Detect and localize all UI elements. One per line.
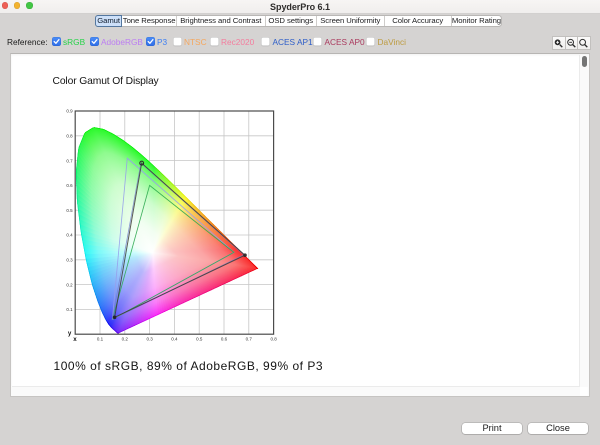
svg-text:0.4: 0.4 [171, 337, 178, 342]
svg-text:0.8: 0.8 [270, 337, 277, 342]
svg-text:0.9: 0.9 [66, 109, 73, 114]
svg-text:0.4: 0.4 [66, 233, 73, 238]
svg-text:0.3: 0.3 [146, 337, 153, 342]
svg-text:0.7: 0.7 [66, 158, 73, 163]
svg-text:0.1: 0.1 [97, 337, 104, 342]
svg-text:0.2: 0.2 [122, 337, 129, 342]
svg-text:0.6: 0.6 [221, 337, 228, 342]
svg-text:0.2: 0.2 [66, 282, 73, 287]
svg-text:0.1: 0.1 [66, 307, 73, 312]
svg-text:0.5: 0.5 [66, 208, 73, 213]
svg-text:x: x [73, 336, 77, 343]
svg-text:0.5: 0.5 [196, 337, 203, 342]
svg-text:0.3: 0.3 [66, 258, 73, 263]
svg-text:0.8: 0.8 [66, 134, 73, 139]
svg-text:y: y [68, 330, 72, 337]
svg-text:0.6: 0.6 [66, 183, 73, 188]
svg-text:0.7: 0.7 [246, 337, 253, 342]
